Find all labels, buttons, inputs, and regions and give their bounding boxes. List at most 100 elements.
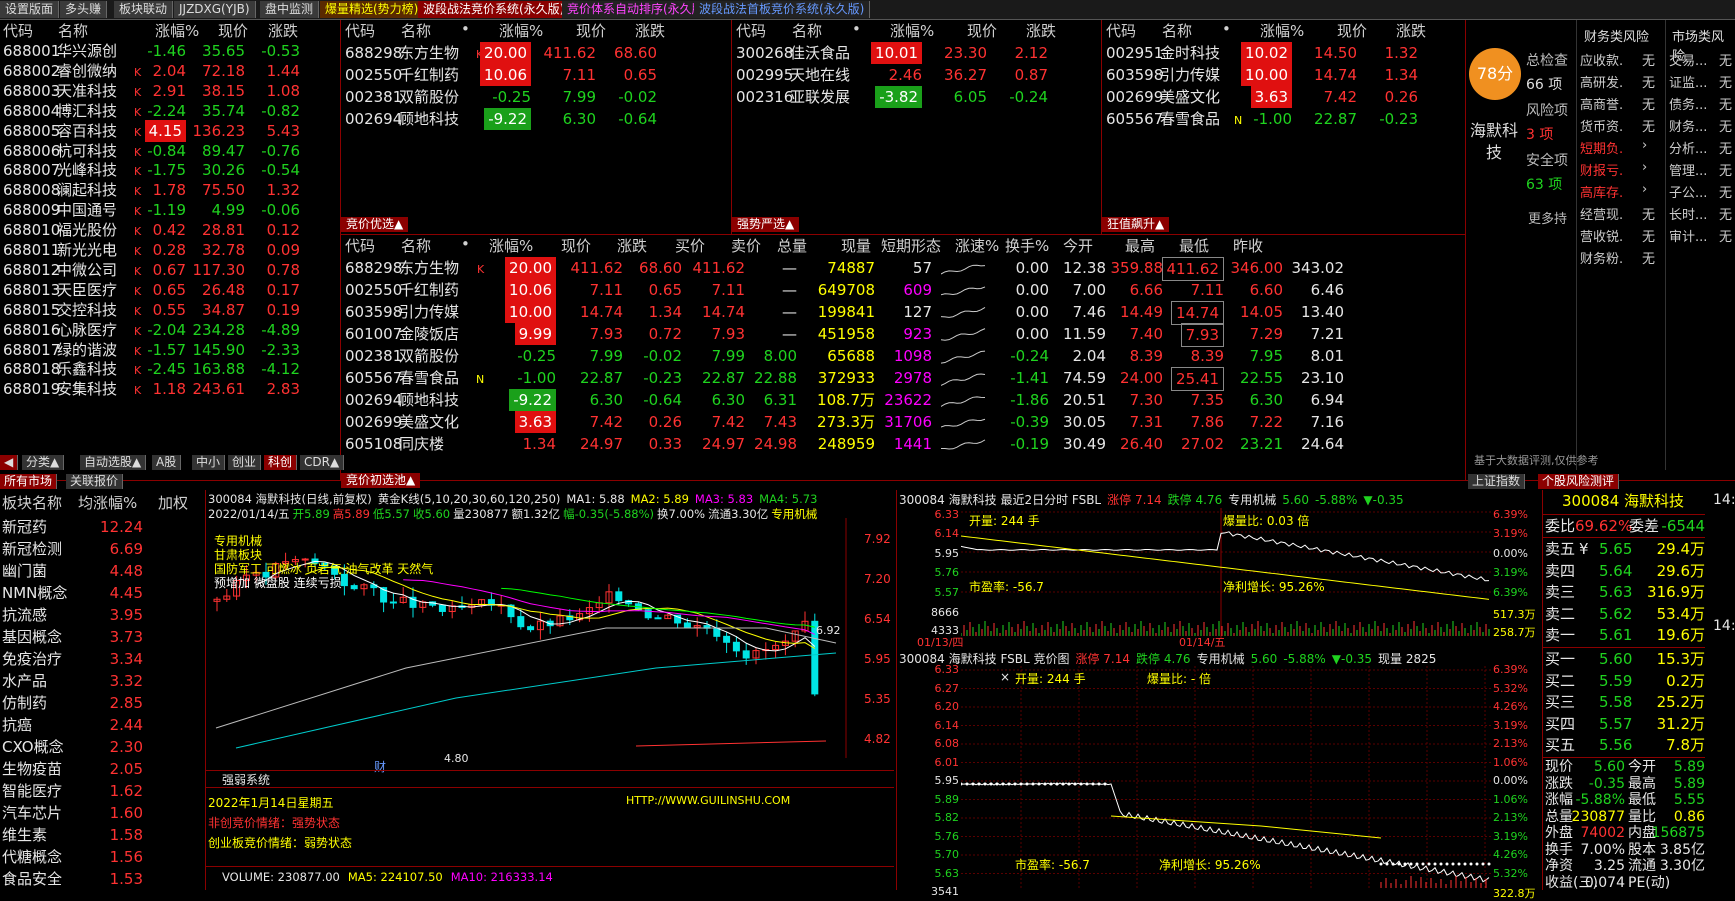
- list-item[interactable]: 代糖概念 1.56: [0, 846, 205, 868]
- list-item[interactable]: 688017 绿的谐波 K -1.57 145.90 -2.33: [0, 339, 340, 361]
- top-tab-7[interactable]: 竞价体系自动排序(永久版): [562, 1, 715, 18]
- close-icon[interactable]: ×: [1000, 670, 1010, 684]
- filter-tab-4[interactable]: 创业: [228, 455, 262, 470]
- scope-tab-1[interactable]: 关联报价: [66, 474, 124, 489]
- risk-item[interactable]: 财报亏. ›: [1580, 160, 1660, 182]
- risk-item[interactable]: 短期负. ›: [1580, 138, 1660, 160]
- filter-tab-3[interactable]: 中小: [192, 455, 226, 470]
- top-tab-4[interactable]: 盘中监测: [260, 1, 320, 18]
- risk-item[interactable]: 营收锐. 无: [1580, 226, 1660, 248]
- list-item[interactable]: 002951 金时科技 10.02 14.50 1.32: [1102, 42, 1465, 64]
- list-item[interactable]: 002995 天地在线 2.46 36.27 0.87: [732, 64, 1101, 86]
- list-item[interactable]: 抗癌 2.44: [0, 714, 205, 736]
- bid-level[interactable]: 买三 5.58 25.2万: [1543, 691, 1705, 713]
- bid-level[interactable]: 买四 5.57 31.2万: [1543, 713, 1705, 735]
- pool-tag[interactable]: 竞价初选池▲: [341, 473, 421, 488]
- list-item[interactable]: 688004 博汇科技 K -2.24 35.74 -0.82: [0, 100, 340, 122]
- table-row[interactable]: 603598 引力传媒 10.00 14.74 1.34 14.74 — 199841 127 0…: [341, 301, 1465, 325]
- table-row[interactable]: 002694 顾地科技 -9.22 6.30 -0.64 6.30 6.31 108.7万 23…: [341, 389, 1465, 411]
- top-tab-8[interactable]: 波段战法首板竞价系统(永久版): [694, 1, 871, 18]
- list-item[interactable]: 688003 天准科技 K 2.91 38.15 1.08: [0, 80, 340, 102]
- list-item[interactable]: 688018 乐鑫科技 K -2.45 163.88 -4.12: [0, 358, 340, 380]
- list-item[interactable]: 水产品 3.32: [0, 670, 205, 692]
- table-row[interactable]: 605108 同庆楼 1.34 24.97 0.33 24.97 24.98 248959 14…: [341, 433, 1465, 455]
- list-item[interactable]: CXO概念 2.30: [0, 736, 205, 758]
- risk-item[interactable]: 管理... 无: [1669, 160, 1735, 182]
- risk-item[interactable]: 经营现. 无: [1580, 204, 1660, 226]
- list-item[interactable]: 免疫治疗 3.34: [0, 648, 205, 670]
- panel-tag[interactable]: 强势严选▲: [732, 217, 800, 232]
- panel-tag[interactable]: 狂值飙升▲: [1102, 217, 1170, 232]
- ask-level[interactable]: 卖二 5.62 53.4万: [1543, 603, 1705, 625]
- more-link[interactable]: 更多持: [1528, 208, 1567, 227]
- risk-item[interactable]: 子公... 无: [1669, 182, 1735, 204]
- list-item[interactable]: 688013 天臣医疗 K 0.65 26.48 0.17: [0, 279, 340, 301]
- list-item[interactable]: 仿制药 2.85: [0, 692, 205, 714]
- filter-tab-6[interactable]: CDR▲: [300, 455, 345, 470]
- list-item[interactable]: 幽门菌 4.48: [0, 560, 205, 582]
- ask-level[interactable]: 卖五 ¥5.65 29.4万: [1543, 538, 1705, 560]
- panel-tag[interactable]: 竞价优选▲: [341, 217, 409, 232]
- list-item[interactable]: 688005 容百科技 K 4.15 136.23 5.43: [0, 119, 340, 142]
- list-item[interactable]: 688006 杭可科技 K -0.84 89.47 -0.76: [0, 140, 340, 162]
- arrow-left-icon[interactable]: ◀: [0, 455, 19, 470]
- top-tab-3[interactable]: JJZDXG(YJB): [174, 1, 256, 18]
- list-item[interactable]: 002694 顾地科技 -9.22 6.30 -0.64: [341, 108, 731, 130]
- ask-level[interactable]: 卖一 5.61 19.6万: [1543, 624, 1705, 646]
- list-item[interactable]: 002381 双箭股份 -0.25 7.99 -0.02: [341, 86, 731, 108]
- risk-item[interactable]: 高研发. 无: [1580, 72, 1660, 94]
- list-item[interactable]: 基因概念 3.73: [0, 626, 205, 648]
- list-item[interactable]: 维生素 1.58: [0, 824, 205, 846]
- risk-item[interactable]: 货币资. 无: [1580, 116, 1660, 138]
- scope-tab-0[interactable]: 所有市场: [0, 474, 58, 489]
- list-item[interactable]: 002699 美盛文化 3.63 7.42 0.26: [1102, 86, 1465, 108]
- risk-item[interactable]: 高商誉. 无: [1580, 94, 1660, 116]
- list-item[interactable]: 688012 中微公司 K 0.67 117.30 0.78: [0, 259, 340, 281]
- bid-level[interactable]: 买一 5.60 15.3万: [1543, 648, 1705, 670]
- table-row[interactable]: 002381 双箭股份 -0.25 7.99 -0.02 7.99 8.00 65688 109…: [341, 345, 1465, 367]
- risk-item[interactable]: 财务... 无: [1669, 116, 1735, 138]
- risk-item[interactable]: 交易... 无: [1669, 50, 1735, 72]
- filter-tab-1[interactable]: 自动选股▲: [80, 455, 147, 470]
- risk-item[interactable]: 债务... 无: [1669, 94, 1735, 116]
- top-tab-1[interactable]: 多头赚: [60, 1, 108, 18]
- table-row[interactable]: 688298 东方生物 K 20.00 411.62 68.60 411.62 — 74887 5…: [341, 257, 1465, 281]
- list-item[interactable]: 002550 千红制药 10.06 7.11 0.65: [341, 64, 731, 86]
- list-item[interactable]: 智能医疗 1.62: [0, 780, 205, 802]
- list-item[interactable]: 新冠药 12.24: [0, 516, 205, 538]
- bid-level[interactable]: 买二 5.59 0.2万: [1543, 670, 1705, 692]
- risk-item[interactable]: 审计... 无: [1669, 226, 1735, 248]
- auction-canvas[interactable]: [961, 666, 1491, 888]
- list-item[interactable]: 688002 睿创微纳 K 2.04 72.18 1.44: [0, 60, 340, 82]
- list-item[interactable]: NMN概念 4.45: [0, 582, 205, 604]
- top-tab-6[interactable]: 波段战法竞价系统(永久版): [418, 1, 571, 18]
- list-item[interactable]: 688015 交控科技 K 0.55 34.87 0.19: [0, 299, 340, 321]
- list-item[interactable]: 300268 佳沃食品 10.01 23.30 2.12: [732, 42, 1101, 64]
- list-item[interactable]: 抗流感 3.95: [0, 604, 205, 626]
- list-item[interactable]: 688298东方生物K20.00411.6268.60: [341, 42, 731, 64]
- list-item[interactable]: 688009 中国通号 K -1.19 4.99 -0.06: [0, 199, 340, 221]
- risk-item[interactable]: 证监... 无: [1669, 72, 1735, 94]
- kline-canvas[interactable]: [206, 518, 856, 778]
- list-item[interactable]: 688011 新光光电 K 0.28 32.78 0.09: [0, 239, 340, 261]
- list-item[interactable]: 688007 光峰科技 K -1.75 30.26 -0.54: [0, 159, 340, 181]
- risk-item[interactable]: 长时... 无: [1669, 204, 1735, 226]
- top-tab-0[interactable]: 设置版面: [0, 1, 60, 18]
- risk-item[interactable]: 分析... 无: [1669, 138, 1735, 160]
- list-item[interactable]: 688010 福光股份 K 0.42 28.81 0.12: [0, 219, 340, 241]
- top-tab-5[interactable]: 爆量精选(势力榜): [320, 1, 425, 18]
- list-item[interactable]: 688019 安集科技 K 1.18 243.61 2.83: [0, 378, 340, 400]
- risk-tab-0[interactable]: 上证指数: [1468, 474, 1526, 489]
- list-item[interactable]: 新冠检测 6.69: [0, 538, 205, 560]
- list-item[interactable]: 食品安全 1.53: [0, 868, 205, 890]
- ask-level[interactable]: 卖四 5.64 29.6万: [1543, 560, 1705, 582]
- list-item[interactable]: 汽车芯片 1.60: [0, 802, 205, 824]
- list-item[interactable]: 688008 澜起科技 K 1.78 75.50 1.32: [0, 179, 340, 201]
- table-row[interactable]: 601007 金陵饭店 9.99 7.93 0.72 7.93 — 451958 923 0.00…: [341, 323, 1465, 347]
- bid-level[interactable]: 买五 5.56 7.8万: [1543, 734, 1705, 756]
- list-item[interactable]: 688016 心脉医疗 K -2.04 234.28 -4.89: [0, 319, 340, 341]
- table-row[interactable]: 002550 千红制药 10.06 7.11 0.65 7.11 — 649708 609 0.0…: [341, 279, 1465, 301]
- risk-item[interactable]: 高库存. ›: [1580, 182, 1660, 204]
- table-row[interactable]: 002699 美盛文化 3.63 7.42 0.26 7.42 7.43 273.3万 3170…: [341, 411, 1465, 433]
- filter-tab-5[interactable]: 科创: [264, 455, 298, 470]
